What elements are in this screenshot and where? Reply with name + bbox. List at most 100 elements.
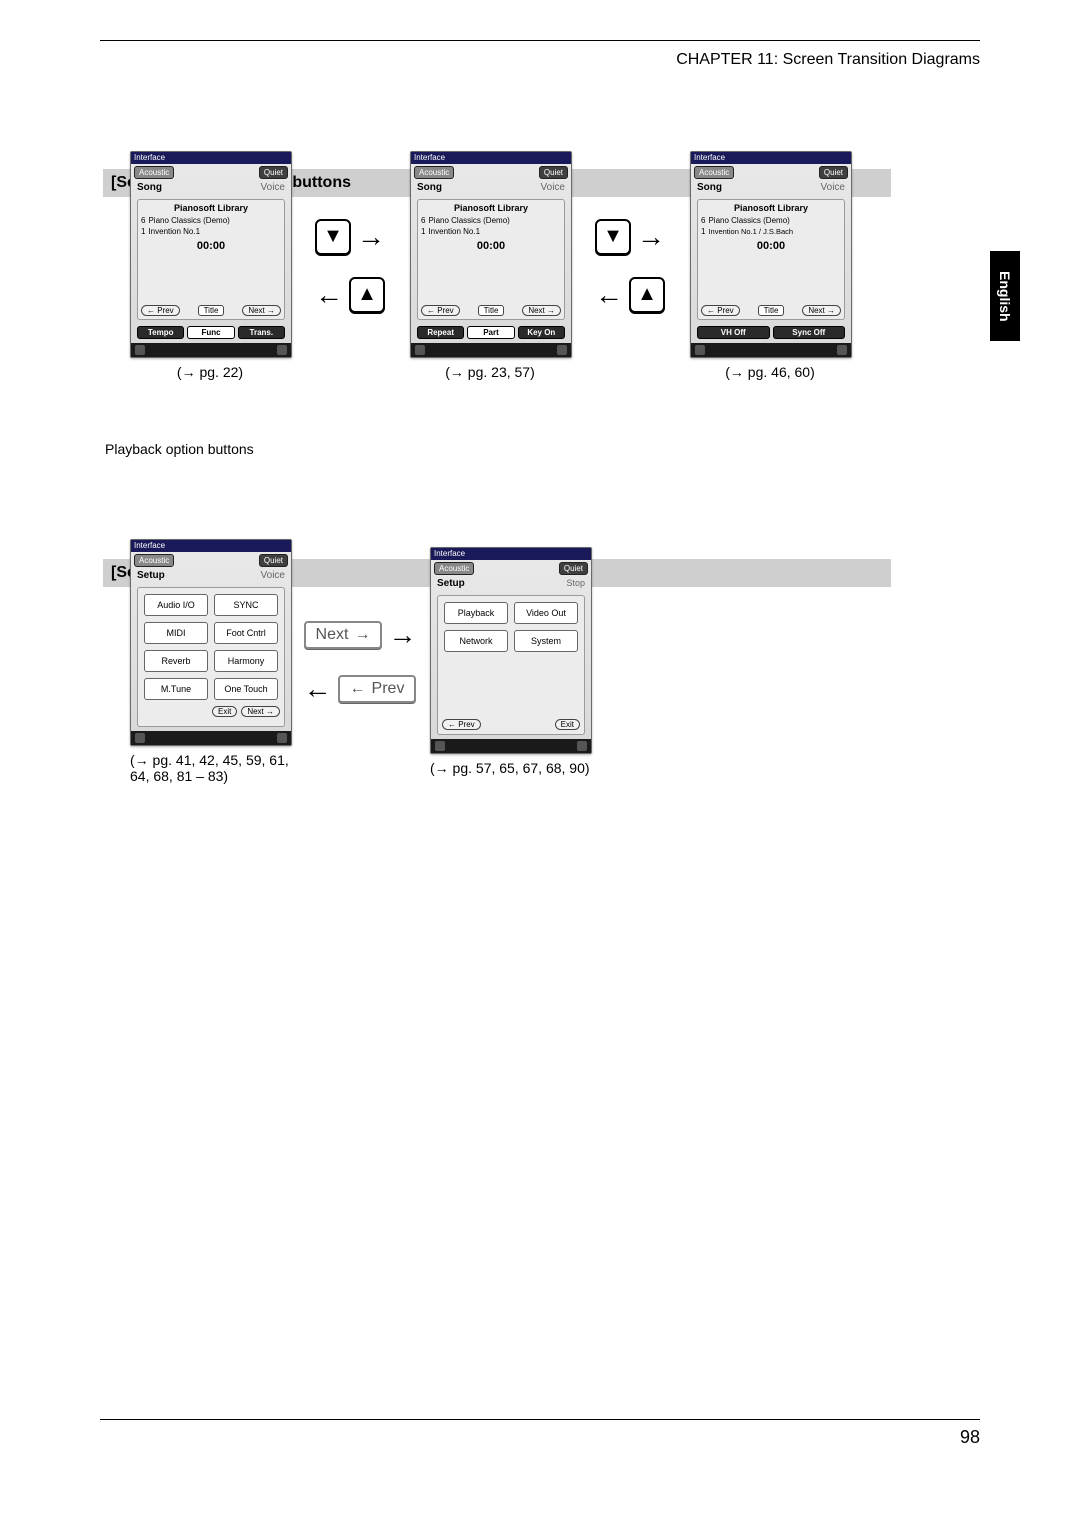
- transition-arrows: ▼ → ← ▲: [580, 219, 680, 313]
- section1-caption: Playback option buttons: [105, 441, 254, 457]
- screen-title-left: Setup: [137, 570, 165, 581]
- song-name: Invention No.1: [148, 227, 200, 236]
- menu-cell[interactable]: Playback: [444, 602, 508, 624]
- device-screen-song-3: Interface AcousticQuiet SongVoice Pianos…: [690, 151, 852, 358]
- page-reference: (→ pg. 41, 42, 45, 59, 61, 64, 68, 81 – …: [130, 752, 290, 784]
- menu-cell[interactable]: MIDI: [144, 622, 208, 644]
- option-button[interactable]: Repeat: [417, 326, 464, 339]
- arrow-right-icon: →: [637, 221, 665, 253]
- menu-cell[interactable]: Video Out: [514, 602, 578, 624]
- screen-title-right: Stop: [566, 578, 585, 589]
- row-no: 6: [701, 216, 705, 225]
- arrow-left-icon: ←: [304, 673, 332, 705]
- next-label: Next →: [304, 621, 383, 649]
- footer-divider: [100, 1419, 980, 1420]
- device-screen-song-1: Interface Acoustic Quiet Song Voice Pian…: [130, 151, 292, 358]
- prev-button[interactable]: ← Prev: [701, 305, 740, 316]
- title-button[interactable]: Title: [198, 305, 225, 316]
- option-button[interactable]: Key On: [518, 326, 565, 339]
- row-no: 6: [141, 216, 145, 225]
- menu-cell[interactable]: System: [514, 630, 578, 652]
- mode-left: Acoustic: [414, 166, 454, 179]
- prev-button[interactable]: ← Prev: [141, 305, 180, 316]
- mode-left: Acoustic: [134, 554, 174, 567]
- arrow-right-icon: →: [357, 221, 385, 253]
- library-title: Pianosoft Library: [421, 203, 561, 213]
- page-number: 98: [960, 1427, 980, 1448]
- diagram-song-playback: Interface Acoustic Quiet Song Voice Pian…: [130, 151, 850, 380]
- next-button[interactable]: Next →: [241, 706, 280, 717]
- window-title: Interface: [691, 152, 851, 164]
- song-name: Invention No.1: [428, 227, 480, 236]
- screen-title-right: Voice: [821, 182, 845, 193]
- song-name: Piano Classics (Demo): [148, 216, 229, 225]
- song-name: Piano Classics (Demo): [708, 216, 789, 225]
- next-button[interactable]: Next →: [522, 305, 561, 316]
- page-reference: (→ pg. 46, 60): [690, 364, 850, 380]
- screen-title-left: Song: [697, 182, 722, 193]
- option-button[interactable]: Part: [467, 326, 514, 339]
- screen-title-left: Song: [417, 182, 442, 193]
- menu-cell[interactable]: Reverb: [144, 650, 208, 672]
- prev-label: ← Prev: [338, 675, 417, 703]
- chapter-header: CHAPTER 11: Screen Transition Diagrams: [676, 51, 980, 69]
- exit-button[interactable]: Exit: [212, 706, 237, 717]
- page-reference: (→ pg. 57, 65, 67, 68, 90): [430, 760, 590, 776]
- option-button[interactable]: Func: [187, 326, 234, 339]
- library-title: Pianosoft Library: [141, 203, 281, 213]
- diagram-setup-menu: Interface Acoustic Quiet Setup Voice Audio…: [130, 539, 590, 784]
- arrow-right-icon: →: [388, 619, 416, 651]
- arrow-right-icon: →: [354, 626, 370, 644]
- next-button[interactable]: Next →: [242, 305, 281, 316]
- title-button[interactable]: Title: [478, 305, 505, 316]
- device-screen-song-2: Interface AcousticQuiet SongVoice Pianos…: [410, 151, 572, 358]
- transition-arrows: ▼ → ← ▲: [300, 219, 400, 313]
- option-button[interactable]: Tempo: [137, 326, 184, 339]
- menu-cell[interactable]: SYNC: [214, 594, 278, 616]
- label-text: Next: [316, 626, 349, 644]
- title-button[interactable]: Title: [758, 305, 785, 316]
- song-name: Piano Classics (Demo): [428, 216, 509, 225]
- prev-button[interactable]: ← Prev: [421, 305, 460, 316]
- menu-cell[interactable]: Harmony: [214, 650, 278, 672]
- menu-cell[interactable]: Foot Cntrl: [214, 622, 278, 644]
- mode-left: Acoustic: [434, 562, 474, 575]
- mode-right: Quiet: [559, 562, 588, 575]
- exit-button[interactable]: Exit: [555, 719, 580, 730]
- window-title: Interface: [131, 540, 291, 552]
- option-button[interactable]: Trans.: [238, 326, 285, 339]
- window-title: Interface: [411, 152, 571, 164]
- page-reference: (→ pg. 22): [130, 364, 290, 380]
- device-screen-setup-1: Interface AcousticQuiet SetupVoice Audio…: [130, 539, 292, 746]
- menu-cell[interactable]: M.Tune: [144, 678, 208, 700]
- library-title: Pianosoft Library: [701, 203, 841, 213]
- song-name: Invention No.1 / J.S.Bach: [708, 227, 793, 236]
- row-no: 1: [141, 227, 145, 236]
- mode-slider: Acoustic Quiet: [131, 164, 291, 180]
- row-no: 1: [421, 227, 425, 236]
- screen-title-right: Voice: [261, 182, 285, 193]
- playback-time: 00:00: [141, 240, 281, 252]
- screen-title-left: Setup: [437, 578, 465, 589]
- window-title: Interface: [131, 152, 291, 164]
- row-no: 1: [701, 227, 705, 236]
- label-text: Prev: [372, 680, 405, 698]
- next-button[interactable]: Next →: [802, 305, 841, 316]
- option-button[interactable]: Sync Off: [773, 326, 846, 339]
- screen-title-right: Voice: [541, 182, 565, 193]
- menu-cell[interactable]: Network: [444, 630, 508, 652]
- arrow-left-icon: ←: [350, 680, 366, 698]
- window-title: Interface: [431, 548, 591, 560]
- playback-time: 00:00: [701, 240, 841, 252]
- option-button[interactable]: VH Off: [697, 326, 770, 339]
- prev-button[interactable]: ← Prev: [442, 719, 481, 730]
- arrow-left-icon: ←: [595, 279, 623, 311]
- arrow-left-icon: ←: [315, 279, 343, 311]
- menu-cell[interactable]: One Touch: [214, 678, 278, 700]
- language-tab: English: [990, 251, 1020, 341]
- screen-title-right: Voice: [261, 570, 285, 581]
- up-icon: ▲: [349, 277, 385, 313]
- down-icon: ▼: [595, 219, 631, 255]
- mode-right: Quiet: [259, 166, 288, 179]
- menu-cell[interactable]: Audio I/O: [144, 594, 208, 616]
